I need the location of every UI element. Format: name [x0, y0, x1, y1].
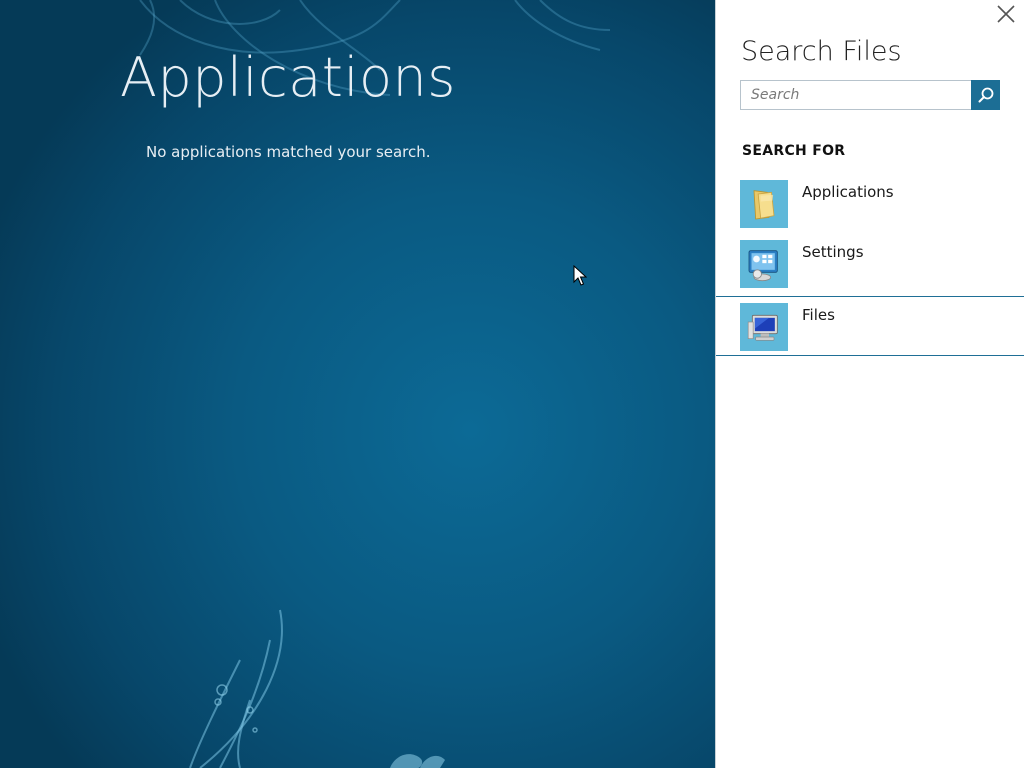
close-button[interactable]	[994, 2, 1018, 26]
scope-item-files[interactable]: Files	[716, 296, 1024, 356]
search-input[interactable]	[740, 80, 971, 110]
scope-label-settings: Settings	[802, 243, 864, 261]
screen: Applications No applications matched you…	[0, 0, 1024, 768]
control-panel-icon	[748, 250, 778, 282]
start-screen-background: Applications No applications matched you…	[0, 0, 715, 768]
scope-icon-tile	[740, 240, 788, 288]
charm-title: Search Files	[741, 36, 902, 67]
scope-item-settings[interactable]: Settings	[716, 236, 1024, 292]
search-button[interactable]	[971, 80, 1000, 110]
close-icon[interactable]	[994, 2, 1018, 26]
scope-label-files: Files	[802, 306, 835, 324]
folder-icon	[753, 190, 775, 220]
mouse-cursor-icon	[573, 265, 587, 286]
search-box	[740, 80, 1000, 110]
search-icon[interactable]	[977, 86, 995, 104]
page-title: Applications	[120, 46, 456, 109]
computer-icon	[747, 314, 778, 341]
search-charm-pane: Search Files SEARCH FOR	[715, 0, 1024, 768]
scope-icon-tile	[740, 180, 788, 228]
background-swirl-decoration	[139, 0, 611, 768]
scope-label-applications: Applications	[802, 183, 894, 201]
no-results-message: No applications matched your search.	[146, 143, 431, 161]
scope-item-applications[interactable]: Applications	[716, 176, 1024, 232]
scope-icon-tile	[740, 303, 788, 351]
search-scope-list: Applications Settings Files	[716, 176, 1024, 360]
search-for-heading: SEARCH FOR	[742, 143, 846, 159]
